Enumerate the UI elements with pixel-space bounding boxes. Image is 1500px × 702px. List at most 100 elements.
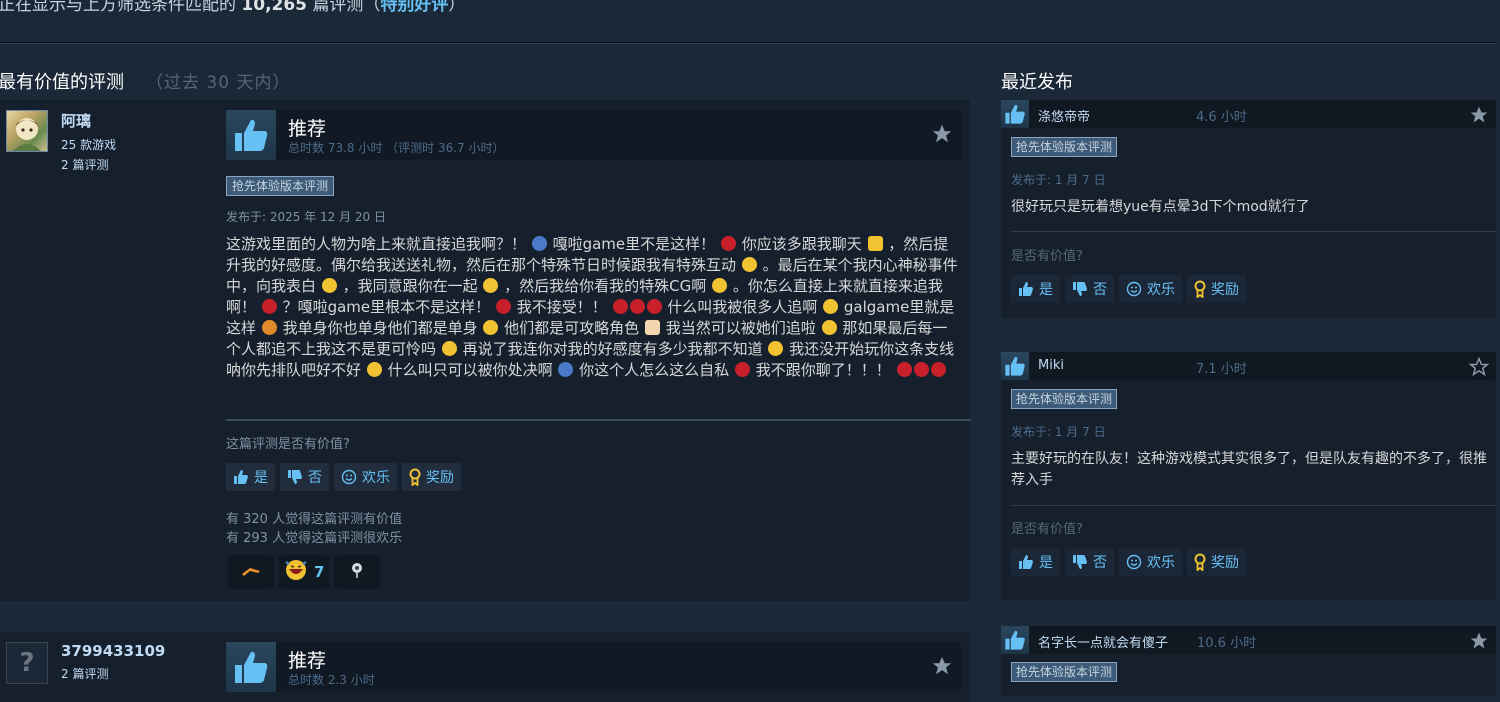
recent-review-header[interactable]: 名字长一点就会有傻子 10.6 小时 (1001, 626, 1496, 654)
star-icon[interactable] (1469, 105, 1489, 129)
divider (1011, 231, 1496, 232)
most-helpful-label: 最有价值的评测 (0, 72, 124, 93)
recent-title: 最近发布 (1001, 72, 1073, 93)
vote-funny-button[interactable]: 欢乐 (1119, 275, 1182, 303)
recent-review-card: 涤悠帝帝 4.6 小时 抢先体验版本评测 发布于: 1 月 7 日 很好玩只是玩… (1001, 100, 1496, 318)
helpful-question: 是否有价值? (1011, 522, 1083, 537)
vote-buttons: 是 否 欢乐 奖励 (1011, 275, 1246, 303)
author-name[interactable]: 3799433109 (61, 642, 165, 660)
pin-icon (349, 561, 365, 583)
yum-emoji-icon (821, 320, 837, 335)
vote-yes-button[interactable]: 是 (1011, 275, 1060, 303)
angry-emoji-icon (646, 299, 662, 314)
most-helpful-period: （过去 30 天内） (146, 73, 291, 93)
recent-author-name[interactable]: 名字长一点就会有傻子 (1038, 632, 1168, 651)
avatar[interactable] (6, 110, 48, 152)
reaction-award[interactable] (334, 555, 381, 589)
angry-emoji-icon (629, 299, 645, 314)
summary-middle: 篇评测（ (312, 0, 381, 15)
pointing-hand-icon (867, 236, 883, 251)
award-button[interactable]: 奖励 (402, 463, 461, 491)
laughing-emoji-icon (284, 558, 308, 586)
review-card: 阿璃 25 款游戏 2 篇评测 推荐 总时数 73.8 小时 （评测时 36.7… (0, 100, 971, 601)
helpful-stat: 有 320 人觉得这篇评测有价值 (226, 512, 403, 527)
recent-hours: 4.6 小时 (1196, 110, 1247, 125)
author-name[interactable]: 阿璃 (61, 110, 116, 131)
text-segment: 你这个人怎么这么自私 (579, 361, 730, 379)
award-label: 奖励 (1211, 555, 1239, 571)
vote-no-label: 否 (1093, 282, 1107, 298)
text-segment: 再说了我连你对我的好感度有多少我都不知道 (462, 340, 763, 358)
sad-emoji-icon (483, 320, 499, 335)
text-segment: 这游戏里面的人物为啥上来就直接追我啊？！ (226, 235, 527, 253)
thumbs-down-icon (1072, 281, 1088, 297)
vote-funny-label: 欢乐 (1147, 282, 1175, 298)
award-icon (1194, 280, 1206, 298)
recent-author-name[interactable]: Miki (1038, 358, 1064, 373)
recent-review-header[interactable]: Miki 7.1 小时 (1001, 352, 1496, 380)
tongue-emoji-icon (712, 278, 728, 293)
review-stats: 有 320 人觉得这篇评测有价值 有 293 人觉得这篇评测很欢乐 (226, 510, 402, 548)
vote-funny-button[interactable]: 欢乐 (1119, 548, 1182, 576)
scared-emoji-icon (558, 362, 574, 377)
verdict-title: 推荐 (288, 650, 327, 672)
helpful-question: 是否有价值? (1011, 249, 1083, 264)
early-access-badge: 抢先体验版本评测 (1011, 389, 1118, 409)
star-icon[interactable] (931, 123, 953, 149)
vote-no-button[interactable]: 否 (1065, 275, 1114, 303)
award-button[interactable]: 奖励 (1187, 275, 1246, 303)
thumbs-up-icon (226, 642, 276, 692)
recent-review-card: 名字长一点就会有傻子 10.6 小时 抢先体验版本评测 (1001, 626, 1496, 696)
summary-rating-link[interactable]: 特别好评 (380, 0, 448, 15)
vote-funny-label: 欢乐 (362, 470, 390, 486)
angry-emoji-icon (261, 299, 277, 314)
vote-header[interactable]: 推荐 总时数 2.3 小时 (226, 642, 961, 692)
star-outline-icon[interactable] (1468, 356, 1490, 381)
author-review-count[interactable]: 2 篇评测 (61, 665, 165, 682)
thumbs-down-icon (1072, 554, 1088, 570)
angry-emoji-icon (896, 362, 912, 377)
thumbs-down-icon (287, 469, 303, 485)
text-segment: 什么叫只可以被你处决啊 (387, 361, 553, 379)
vote-no-label: 否 (308, 470, 322, 486)
vote-no-button[interactable]: 否 (1065, 548, 1114, 576)
reactions: 7 (228, 555, 381, 589)
author-review-count[interactable]: 2 篇评测 (61, 156, 116, 173)
vote-yes-label: 是 (1039, 282, 1053, 298)
summary-prefix: 正在显示与上方筛选条件匹配的 (0, 0, 236, 15)
reaction-award[interactable]: 7 (279, 555, 330, 589)
star-icon[interactable] (931, 655, 953, 681)
text-segment: ，然后我给你看我的特殊CG啊 (504, 277, 707, 295)
award-button[interactable]: 奖励 (1187, 548, 1246, 576)
summary-suffix: ） (448, 0, 466, 15)
posted-date: 发布于: 1 月 7 日 (1011, 425, 1106, 439)
smile-icon (1126, 281, 1142, 297)
recent-author-name[interactable]: 涤悠帝帝 (1038, 106, 1090, 125)
thumbs-up-icon (1018, 554, 1034, 570)
vote-yes-button[interactable]: 是 (226, 463, 275, 491)
verdict-title: 推荐 (288, 118, 327, 140)
text-segment: 什么叫我被很多人追啊 (667, 298, 818, 316)
vote-yes-button[interactable]: 是 (1011, 548, 1060, 576)
avatar[interactable]: ? (6, 642, 48, 684)
smile-emoji-icon (741, 257, 757, 272)
text-segment: 嘎啦game里不是这样！ (552, 235, 716, 253)
text-segment: 我当然可以被她们追啦 (665, 319, 816, 337)
review-text: 主要好玩的在队友！这种游戏模式其实很多了，但是队友有趣的不多了，很推荐入手 (1011, 451, 1487, 488)
vote-header[interactable]: 推荐 总时数 73.8 小时 （评测时 36.7 小时） (226, 110, 961, 160)
vote-no-button[interactable]: 否 (280, 463, 329, 491)
most-helpful-title: 最有价值的评测 （过去 30 天内） (0, 68, 290, 94)
vote-no-label: 否 (1093, 555, 1107, 571)
recent-hours: 7.1 小时 (1196, 362, 1247, 377)
star-icon[interactable] (1469, 631, 1489, 655)
reaction-award[interactable] (228, 555, 274, 589)
recent-review-header[interactable]: 涤悠帝帝 4.6 小时 (1001, 100, 1496, 128)
playtime: 总时数 2.3 小时 (288, 673, 375, 687)
early-access-badge: 抢先体验版本评测 (226, 176, 335, 196)
text-segment: 你应该多跟我聊天 (741, 235, 862, 253)
award-icon (409, 468, 421, 486)
author-games[interactable]: 25 款游戏 (61, 136, 116, 153)
vote-funny-button[interactable]: 欢乐 (334, 463, 397, 491)
divider (1011, 505, 1496, 506)
divider (226, 419, 971, 421)
